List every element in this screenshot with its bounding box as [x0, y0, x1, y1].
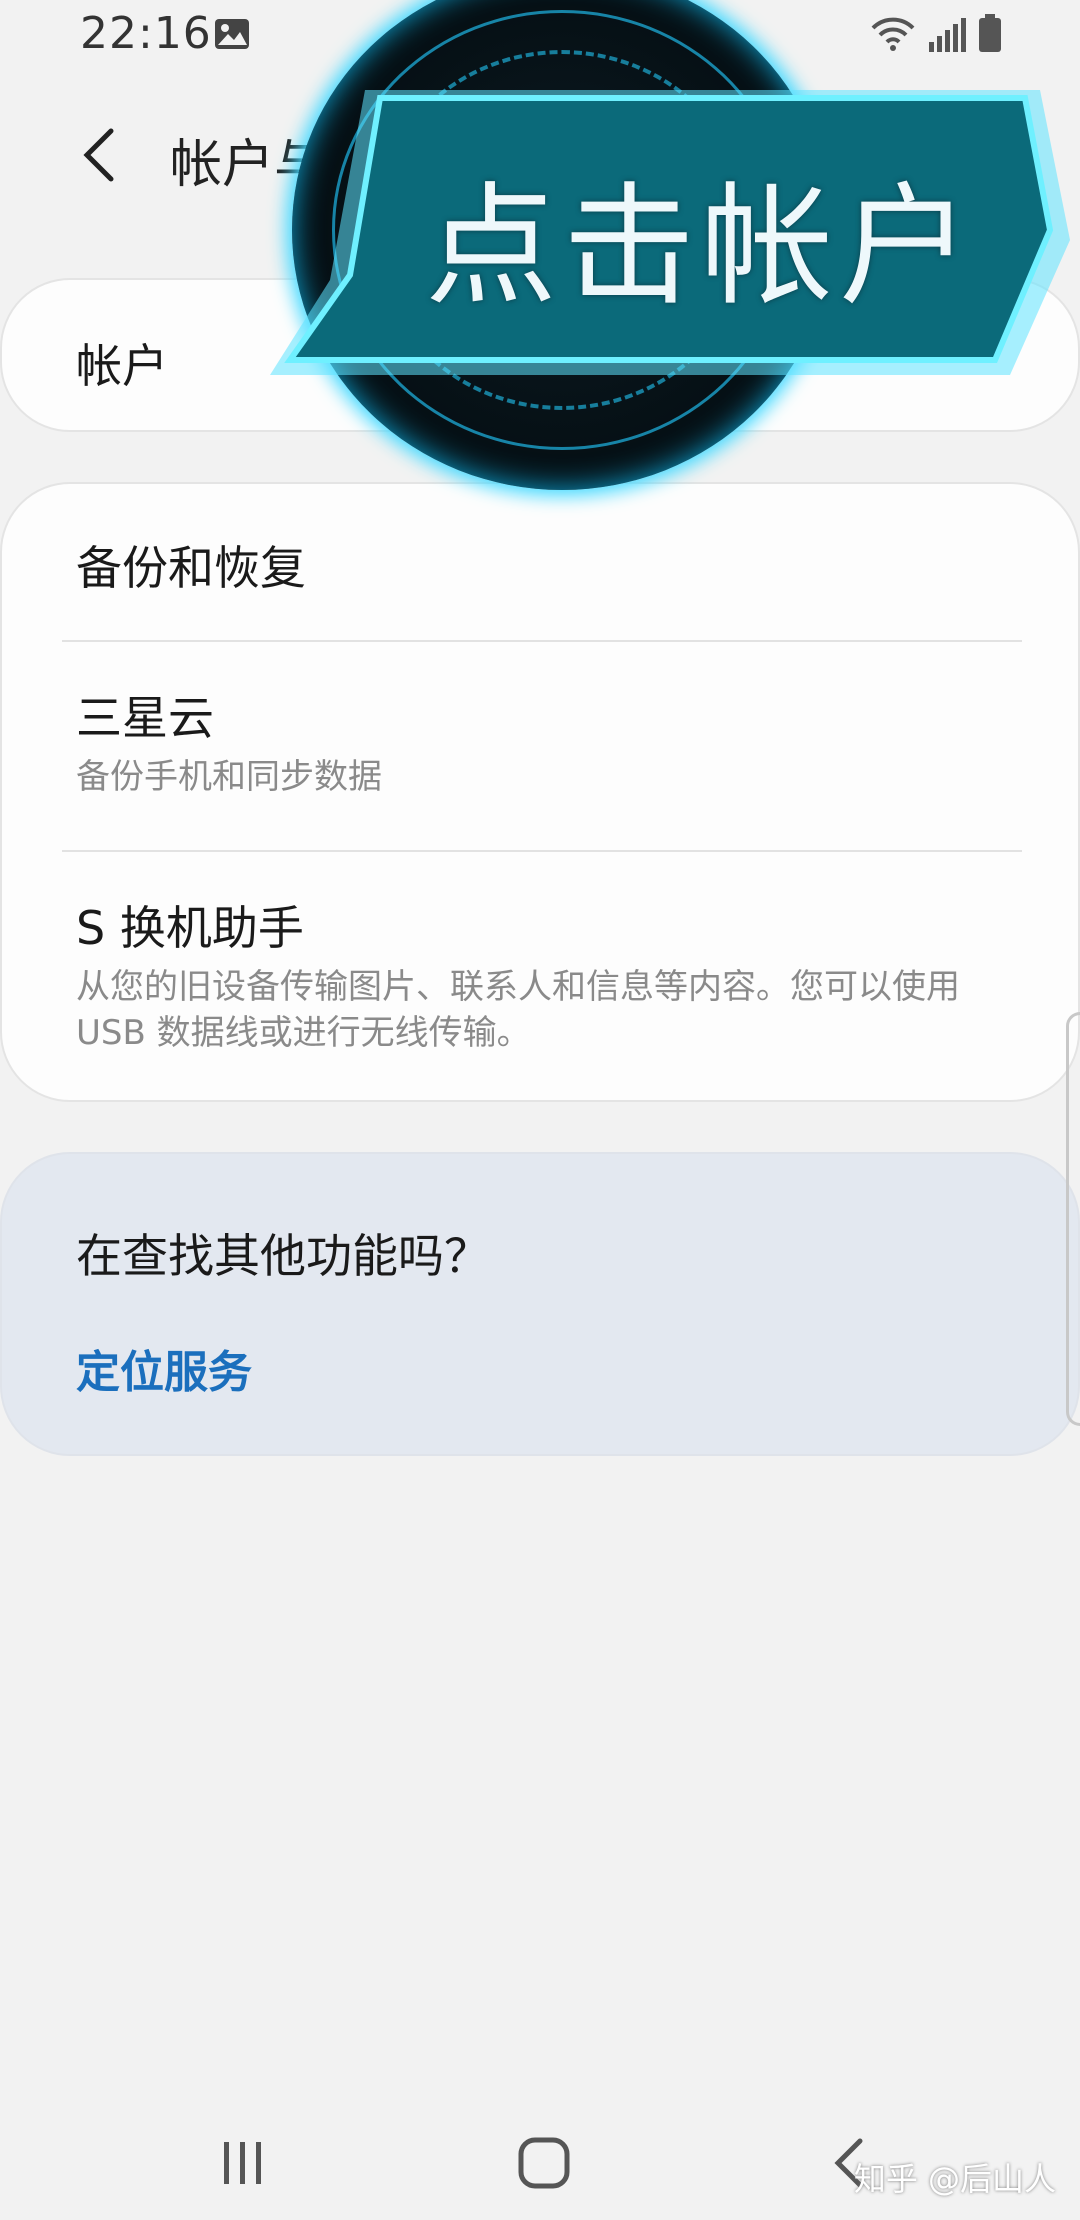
scroll-indicator[interactable] [1066, 1012, 1080, 1426]
signal-icon [929, 18, 966, 52]
list-item-title: 备份和恢复 [76, 541, 306, 595]
status-icons [870, 14, 1002, 52]
list-item-smart-switch[interactable]: S 换机助手 从您的旧设备传输图片、联系人和信息等内容。您可以使用 USB 数据… [2, 852, 1080, 1102]
back-button[interactable] [64, 120, 134, 190]
home-icon [518, 2137, 570, 2189]
app-header: 帐户与 [0, 90, 1080, 220]
account-item-title: 帐户 [76, 339, 168, 393]
battery-icon [979, 14, 1001, 52]
list-item-backup-restore[interactable]: 备份和恢复 [2, 484, 1080, 642]
gallery-icon [215, 19, 249, 49]
chevron-left-icon [83, 128, 114, 182]
status-time: 22:16 [80, 8, 212, 59]
home-button[interactable] [499, 2118, 589, 2208]
recent-apps-icon [224, 2142, 261, 2184]
navigation-bar: 知乎 @后山人 [0, 2100, 1080, 2220]
list-item-subtitle: 备份手机和同步数据 [76, 757, 382, 797]
location-services-link[interactable]: 定位服务 [76, 1336, 252, 1400]
suggestion-card: 在查找其他功能吗？ 定位服务 [0, 1152, 1080, 1456]
list-item-title: S 换机助手 [76, 901, 304, 955]
status-bar: 22:16 [0, 0, 1080, 70]
watermark: 知乎 @后山人 [853, 2160, 1056, 2198]
account-card[interactable]: 帐户 [0, 278, 1080, 432]
backup-card: 备份和恢复 三星云 备份手机和同步数据 S 换机助手 从您的旧设备传输图片、联系… [0, 482, 1080, 1102]
page-title: 帐户与 [170, 135, 327, 195]
suggestion-title: 在查找其他功能吗？ [76, 1229, 490, 1283]
list-item-samsung-cloud[interactable]: 三星云 备份手机和同步数据 [2, 642, 1080, 852]
wifi-icon [871, 17, 915, 51]
list-item-title: 三星云 [76, 691, 214, 745]
list-item-subtitle: 从您的旧设备传输图片、联系人和信息等内容。您可以使用 USB 数据线或进行无线传… [76, 967, 960, 1053]
recent-apps-button[interactable] [198, 2118, 288, 2208]
settings-screen: 22:16 帐户与 帐户 备份和恢复 三星云 备份手机和同步数据 S 换机助手 … [0, 0, 1080, 2220]
